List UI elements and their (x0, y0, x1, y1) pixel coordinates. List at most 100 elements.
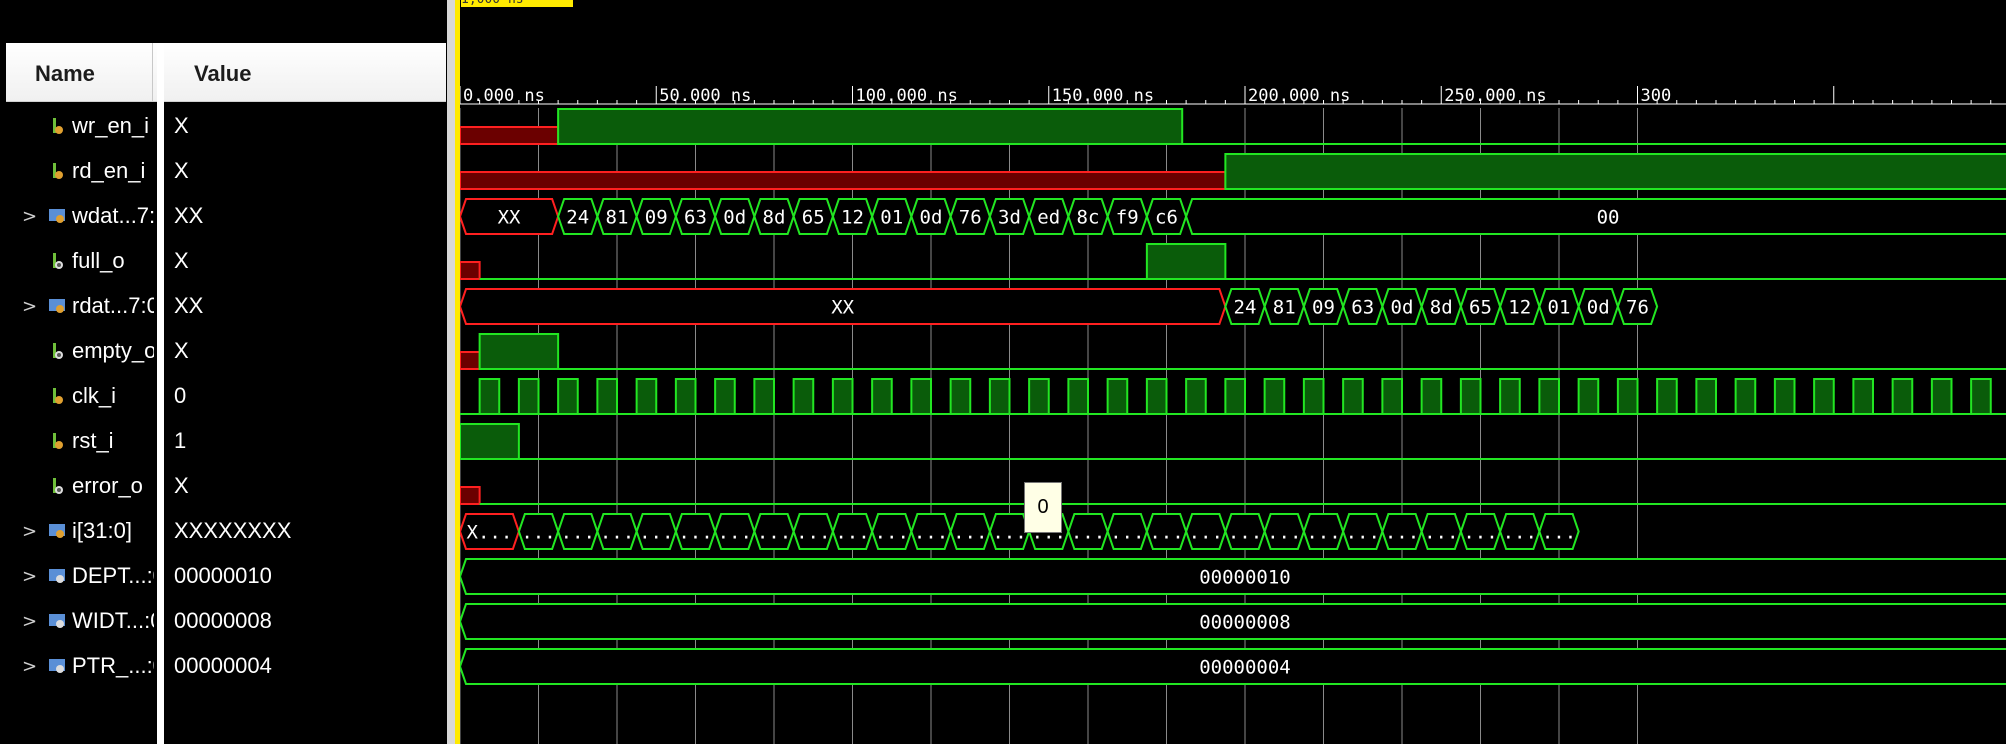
signal-value: X (174, 113, 189, 138)
bus-value-label: ... (1503, 522, 1537, 544)
waveform-high-segment (1224, 153, 2006, 190)
waveform-high-segment (1028, 378, 1050, 415)
signal-row[interactable]: empty_o X (0, 329, 447, 374)
waveform-x-segment (460, 171, 1227, 190)
bus-value-label: 01 (1548, 297, 1571, 319)
waveform-high-segment (1420, 378, 1443, 415)
signal-value: X (174, 473, 189, 498)
expand-chevron-icon[interactable]: > (22, 611, 37, 632)
header-separator (152, 43, 153, 101)
signal-row[interactable]: wr_en_i X (0, 104, 447, 149)
bus-value-label: ... (914, 522, 948, 544)
value-column-header[interactable]: Value (194, 61, 251, 87)
ruler-label: 0.000 ns (463, 86, 545, 106)
ruler-label: 250.000 ns (1444, 86, 1546, 106)
bus-value-label: 12 (1508, 297, 1531, 319)
bus-value-label: ... (1542, 522, 1576, 544)
signal-row[interactable]: full_o X (0, 239, 447, 284)
bus-value-label: X... (467, 522, 513, 544)
signal-row[interactable]: clk_i 0 (0, 374, 447, 419)
bus-value-label: ... (757, 522, 791, 544)
waveform-canvas[interactable]: 0.000 ns 50.000 ns 100.000 ns 150.000 ns 200… (460, 0, 2006, 744)
bus-value-label: 8d (763, 207, 786, 229)
signal-name: rd_en_i (72, 158, 146, 183)
bus-value-label: ... (1385, 522, 1419, 544)
name-column-header[interactable]: Name (35, 61, 95, 87)
waveform-high-segment (1067, 378, 1089, 415)
ruler-label: 150.000 ns (1052, 86, 1154, 106)
bus-value-label: ... (1346, 522, 1380, 544)
signal-name: DEPT...:0 (72, 563, 154, 588)
signal-row[interactable]: > rdat...7:0 XX (0, 284, 447, 329)
bus-value-label: 24 (1234, 297, 1257, 319)
signal-row[interactable]: > i[31:0] XXXXXXXX (0, 509, 447, 554)
signal-row[interactable]: error_o X (0, 464, 447, 509)
bus-value-label: ... (1189, 522, 1223, 544)
signal-value: 00000004 (174, 653, 272, 678)
signal-row[interactable]: > wdat...7: XX (0, 194, 447, 239)
bus-value-label: 76 (1626, 297, 1649, 319)
waveform-high-segment (478, 333, 560, 370)
waveform-high-segment (1381, 378, 1403, 415)
expand-chevron-icon[interactable]: > (22, 206, 37, 227)
bus-value-label: f9 (1116, 207, 1139, 229)
signal-row[interactable]: > WIDT...:0 00000008 (0, 599, 447, 644)
signal-value: 00000010 (174, 563, 272, 588)
bus-value-label: 76 (959, 207, 982, 229)
ruler-label: 200.000 ns (1248, 86, 1350, 106)
expand-chevron-icon[interactable]: > (22, 566, 37, 587)
ruler-label: 300 (1641, 86, 1672, 106)
bus-value-label: 00000004 (1199, 657, 1291, 679)
bus-value-label: XX (831, 297, 854, 319)
signal-row[interactable]: rd_en_i X (0, 149, 447, 194)
bus-value-label: 09 (645, 207, 668, 229)
waveform-high-segment (1773, 378, 1796, 415)
signal-name: full_o (72, 248, 125, 273)
waveform-high-segment (1852, 378, 1874, 415)
bus-value-label: c6 (1155, 207, 1178, 229)
bus-value-label: 0d (1587, 297, 1610, 319)
waveform-high-segment (714, 378, 736, 415)
bus-value-label: 12 (841, 207, 864, 229)
expand-chevron-icon[interactable]: > (22, 656, 37, 677)
bus-value-label: ... (678, 522, 712, 544)
waveform-high-segment (871, 378, 893, 415)
time-cursor[interactable] (455, 0, 460, 744)
bus-value-label: ... (1071, 522, 1105, 544)
signal-name: WIDT...:0 (72, 608, 154, 633)
signal-row[interactable]: rst_i 1 (0, 419, 447, 464)
waveform-high-segment (1891, 378, 1914, 415)
signal-name: rdat...7:0 (72, 293, 154, 318)
bus-value-label: 24 (566, 207, 589, 229)
bus-value-label: ... (1228, 522, 1262, 544)
signal-name: wdat...7: (72, 203, 154, 228)
signal-value: X (174, 248, 189, 273)
waveform-high-segment (1145, 378, 1168, 415)
waveform-high-segment (1656, 378, 1678, 415)
bus-value-label: 3d (998, 207, 1021, 229)
value-tooltip: 0 (1024, 482, 1062, 533)
waveform-high-segment (1813, 378, 1835, 415)
waveform-high-segment (1695, 378, 1717, 415)
waveform-high-segment (460, 423, 520, 460)
waveform-high-segment (1224, 378, 1246, 415)
bus-value-label: ... (875, 522, 909, 544)
expand-chevron-icon[interactable]: > (22, 296, 37, 317)
bus-value-label: 01 (880, 207, 903, 229)
signal-row[interactable]: > PTR_...:0 00000004 (0, 644, 447, 689)
signal-name: wr_en_i (72, 113, 150, 138)
signal-row[interactable]: > DEPT...:0 00000010 (0, 554, 447, 599)
bus-value-label: 0d (1391, 297, 1414, 319)
bus-value-label: 0d (920, 207, 943, 229)
waveform-high-segment (1538, 378, 1560, 415)
bus-value-label: 81 (1273, 297, 1296, 319)
waveform-high-segment (1145, 243, 1227, 280)
signal-name: empty_o (72, 338, 154, 363)
bus-value-label: ... (1267, 522, 1301, 544)
bus-value-label: 00000010 (1199, 567, 1291, 589)
expand-chevron-icon[interactable]: > (22, 521, 37, 542)
bus-value-label: 8d (1430, 297, 1453, 319)
waveform-high-segment (1930, 378, 1953, 415)
bus-value-label: ... (1306, 522, 1340, 544)
waveform-high-segment (557, 108, 1184, 145)
